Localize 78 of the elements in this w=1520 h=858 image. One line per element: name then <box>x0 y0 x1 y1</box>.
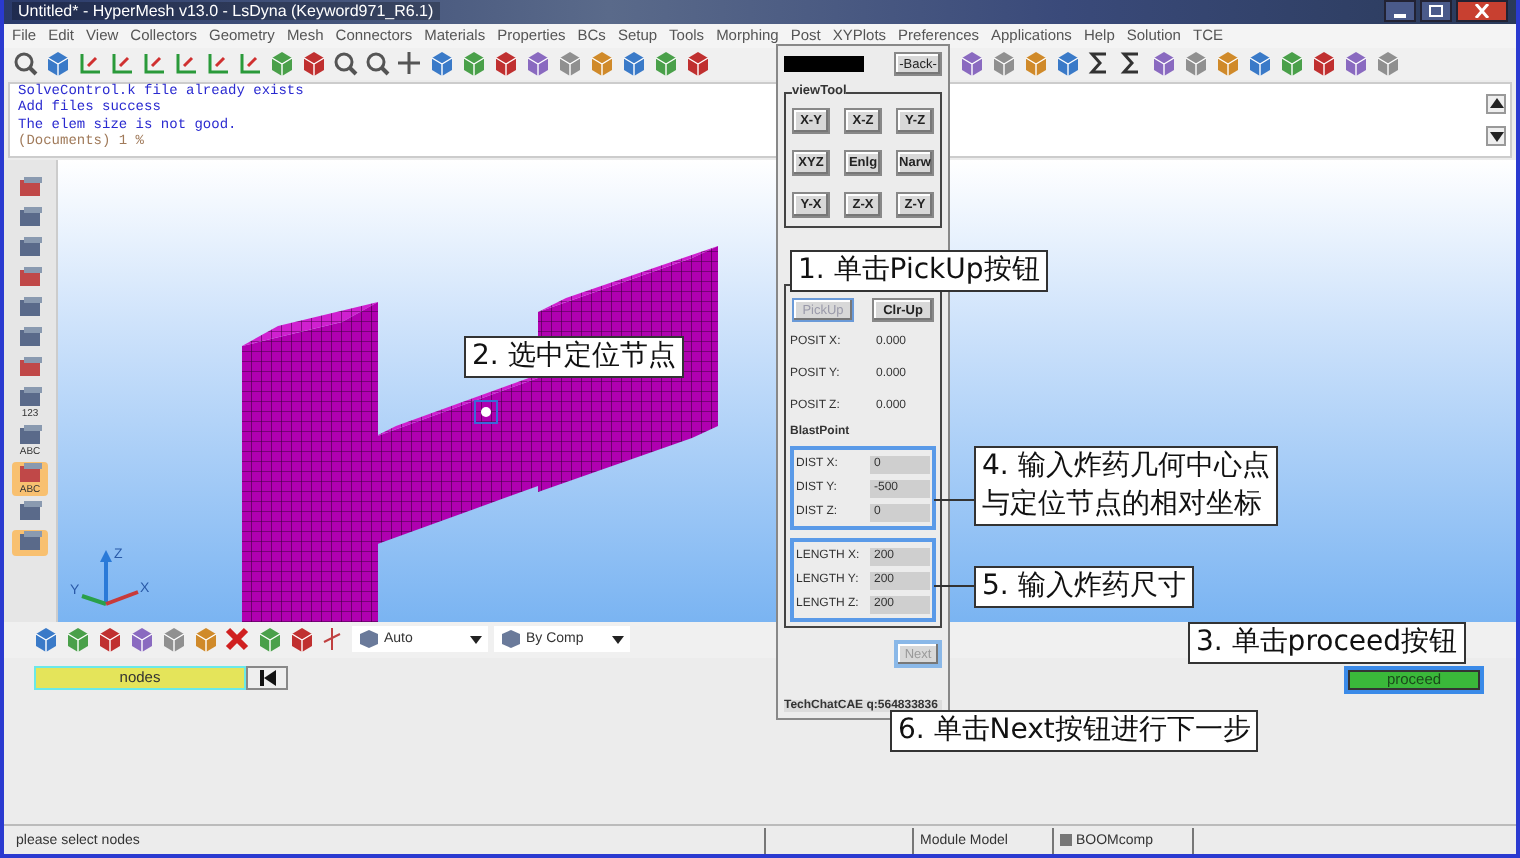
scroll-up-button[interactable] <box>1486 93 1506 114</box>
down-arrow-icon <box>1489 131 1503 142</box>
cube-icon[interactable] <box>288 626 314 653</box>
sigma-icon[interactable] <box>1118 50 1144 77</box>
callout-text: 3. 单击proceed按钮 <box>1196 624 1458 662</box>
cube-icon[interactable] <box>428 50 454 77</box>
cube-icon[interactable] <box>128 626 154 653</box>
cube-icon[interactable] <box>256 626 282 653</box>
panel-icon <box>17 266 43 289</box>
magnifier-icon[interactable] <box>364 50 390 77</box>
cube-icon <box>358 628 380 651</box>
cube-icon[interactable] <box>684 50 710 77</box>
maximize-icon <box>1428 4 1444 19</box>
cube-icon[interactable] <box>588 50 614 77</box>
magnifier-icon[interactable] <box>12 50 38 77</box>
minimize-button[interactable] <box>1384 0 1416 23</box>
cube-icon[interactable] <box>1278 50 1304 77</box>
cross-icon[interactable] <box>224 626 250 653</box>
cube-icon <box>500 628 522 651</box>
panel-icon <box>17 424 43 447</box>
cube-icon[interactable] <box>1246 50 1272 77</box>
cube-icon[interactable] <box>1150 50 1176 77</box>
cube-icon[interactable] <box>1374 50 1400 77</box>
cube-icon[interactable] <box>652 50 678 77</box>
skip-back-icon <box>259 669 275 686</box>
cube-icon[interactable] <box>268 50 294 77</box>
cube-icon[interactable] <box>1310 50 1336 77</box>
cube-icon[interactable] <box>1054 50 1080 77</box>
panel-icon <box>17 530 43 553</box>
panel-icon <box>17 296 43 319</box>
cube-icon[interactable] <box>1214 50 1240 77</box>
panel-icon <box>17 326 43 349</box>
panel-icon <box>17 500 43 523</box>
cross-icon[interactable] <box>396 50 422 77</box>
panel-icon <box>17 356 43 379</box>
cube-icon[interactable] <box>460 50 486 77</box>
selected-node-marker[interactable] <box>474 400 498 425</box>
panel-icon <box>17 176 43 199</box>
cube-icon[interactable] <box>44 50 70 77</box>
maximize-button[interactable] <box>1420 0 1452 23</box>
cube-icon[interactable] <box>990 50 1016 77</box>
callout-text: 1. 单击PickUp按钮 <box>798 252 1040 290</box>
panel-icon <box>17 462 43 485</box>
cube-icon[interactable] <box>958 50 984 77</box>
callout-text: 4. 输入炸药几何中心点 <box>982 448 1270 486</box>
panel-icon <box>17 206 43 229</box>
magnifier-icon[interactable] <box>332 50 358 77</box>
sigma-icon[interactable] <box>1086 50 1112 77</box>
up-arrow-icon <box>1489 98 1503 109</box>
cube-icon[interactable] <box>492 50 518 77</box>
cube-icon[interactable] <box>96 626 122 653</box>
callout-text: 与定位节点的相对坐标 <box>982 486 1264 524</box>
window-title: Untitled* - HyperMesh v13.0 - LsDyna (Keyword971_R6.1) <box>12 2 440 21</box>
close-icon <box>1474 4 1490 19</box>
cube-icon[interactable] <box>192 626 218 653</box>
cube-icon[interactable] <box>620 50 646 77</box>
cube-icon[interactable] <box>32 626 58 653</box>
close-button[interactable] <box>1456 0 1508 23</box>
panel-icon <box>17 236 43 259</box>
tool-button[interactable] <box>12 530 48 557</box>
cube-icon[interactable] <box>556 50 582 77</box>
callout-text: 2. 选中定位节点 <box>472 338 676 376</box>
caret-icon <box>470 635 482 644</box>
caret-icon <box>612 635 624 644</box>
callout-text: 6. 单击Next按钮进行下一步 <box>898 712 1251 750</box>
cube-icon[interactable] <box>1342 50 1368 77</box>
callout-text: 5. 输入炸药尺寸 <box>982 568 1186 606</box>
square-icon <box>1060 834 1072 847</box>
cube-icon[interactable] <box>1022 50 1048 77</box>
input-field[interactable] <box>784 56 864 72</box>
cube-icon[interactable] <box>1182 50 1208 77</box>
cube-icon[interactable] <box>524 50 550 77</box>
reset-button[interactable] <box>246 665 288 690</box>
scroll-down-button[interactable] <box>1486 126 1506 147</box>
cube-icon[interactable] <box>300 50 326 77</box>
panel-icon <box>17 386 43 409</box>
cube-icon[interactable] <box>160 626 186 653</box>
cube-icon[interactable] <box>64 626 90 653</box>
